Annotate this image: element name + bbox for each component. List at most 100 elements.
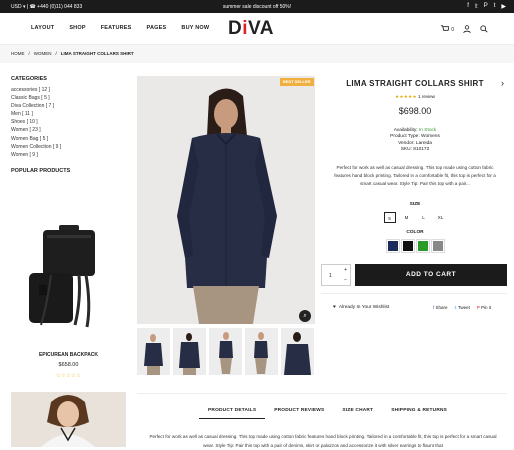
cart-icon[interactable] <box>440 24 450 35</box>
thumbnail-strip <box>137 328 314 375</box>
size-label: SIZE <box>409 201 421 207</box>
categories-title: CATEGORIES <box>11 76 47 82</box>
size-option-m[interactable]: M <box>401 212 413 223</box>
zoom-icon[interactable]: ⌕ <box>299 310 311 322</box>
site-logo[interactable]: DiVA <box>228 18 274 40</box>
size-option-s[interactable]: S <box>383 211 396 223</box>
quantity-stepper[interactable]: 1 + − <box>321 264 351 286</box>
product-title: LIMA STRAIGHT COLLARS SHIRT <box>346 79 484 88</box>
popular-title: POPULAR PRODUCTS <box>11 167 71 174</box>
nav-item-shop[interactable]: SHOP <box>69 25 85 31</box>
category-item[interactable]: Women [ 23 ] <box>11 126 128 134</box>
size-option-xl[interactable]: XL <box>435 212 447 223</box>
tweet-label: Tweet <box>457 305 470 310</box>
user-icon[interactable] <box>463 24 471 35</box>
category-item[interactable]: Shoes [ 10 ] <box>11 118 128 126</box>
category-item[interactable]: Diva Collection [ 7 ] <box>11 102 128 110</box>
main-nav: LAYOUT SHOP FEATURES PAGES BUY NOW DiVA … <box>0 13 514 45</box>
share-pinterest[interactable]: P Pin it <box>477 305 491 311</box>
color-swatch-navy[interactable] <box>385 238 400 253</box>
thumbnail-3[interactable] <box>209 328 242 375</box>
heart-icon: ♥ <box>333 305 336 310</box>
wishlist-link[interactable]: ♥ Already In Your Wishlist <box>333 305 389 310</box>
size-option-l[interactable]: L <box>418 212 430 223</box>
share-label: Share <box>435 305 448 310</box>
search-icon[interactable] <box>480 24 488 35</box>
availability-label: Availability: <box>393 128 418 133</box>
popular-product-image[interactable] <box>11 185 126 345</box>
tumblr-icon[interactable]: t <box>494 3 496 10</box>
share-twitter[interactable]: 𝕥 Tweet <box>455 305 470 311</box>
rating-stars: ★★★★★ <box>395 94 417 99</box>
nav-item-buy-now[interactable]: BUY NOW <box>181 25 209 31</box>
thumbnail-2[interactable] <box>173 328 206 375</box>
tab-shipping-returns[interactable]: SHIPPING & RETURNS <box>382 408 456 419</box>
tab-product-reviews[interactable]: PRODUCT REVIEWS <box>265 408 333 419</box>
crumb-women[interactable]: WOMEN <box>34 51 52 56</box>
product-tabs: PRODUCT DETAILS PRODUCT REVIEWS SIZE CHA… <box>137 393 507 448</box>
popular-product-price: $658.00 <box>58 362 79 368</box>
cart-count: 0 <box>451 26 454 33</box>
product-short-description: Perfect for work as well as casual dress… <box>334 164 496 186</box>
youtube-icon[interactable]: ▶ <box>501 3 506 10</box>
logo-text-end: VA <box>248 18 274 39</box>
category-item[interactable]: Classic Bags [ 5 ] <box>11 94 128 102</box>
category-item[interactable]: accessories [ 12 ] <box>11 86 128 94</box>
crumb-home[interactable]: HOME <box>11 51 25 56</box>
add-to-cart-row: 1 + − ADD TO CART <box>321 264 507 286</box>
review-count[interactable]: 1 review <box>418 94 435 99</box>
top-bar: USD ▾ | ☎ +440 (0)11) 044 833 summer sal… <box>0 0 514 13</box>
product-meta: Availability: In Stock Product Type: Wom… <box>325 128 505 154</box>
category-item[interactable]: Women Bag [ 5 ] <box>11 135 128 143</box>
color-label: COLOR <box>406 229 424 235</box>
product-main-image[interactable] <box>137 76 315 324</box>
popular-product-name[interactable]: EPICUREAN BACKPACK <box>11 352 126 358</box>
color-swatch-green[interactable] <box>415 238 430 253</box>
announcement: summer sale discount off 50%! <box>222 4 292 10</box>
category-item[interactable]: Men [ 11 ] <box>11 110 128 118</box>
minus-icon[interactable]: − <box>344 277 347 283</box>
best-seller-badge: BEST SELLER <box>280 78 314 86</box>
tab-size-chart[interactable]: SIZE CHART <box>333 408 382 419</box>
promo-banner[interactable] <box>11 392 126 447</box>
product-rating[interactable]: ★★★★★ 1 review <box>325 94 505 100</box>
pinterest-icon[interactable]: P <box>484 3 488 10</box>
crumb-current: LIMA STRAIGHT COLLARS SHIRT <box>60 51 134 56</box>
twitter-icon: 𝕥 <box>454 305 457 310</box>
tab-content-text: Perfect for work as well as casual dress… <box>149 434 497 448</box>
sidebar: CATEGORIES accessories [ 12 ] Classic Ba… <box>11 76 128 178</box>
quantity-value[interactable]: 1 <box>329 273 332 279</box>
thumbnail-1[interactable] <box>137 328 170 375</box>
social-links: f 𝕥 P t ▶ <box>467 3 506 10</box>
facebook-icon: f <box>433 305 435 310</box>
nav-item-pages[interactable]: PAGES <box>147 25 167 31</box>
product-info: LIMA STRAIGHT COLLARS SHIRT › ★★★★★ 1 re… <box>325 76 505 253</box>
category-list: accessories [ 12 ] Classic Bags [ 5 ] Di… <box>11 86 128 159</box>
popular-product-rating: ☆☆☆☆☆ <box>56 373 81 379</box>
breadcrumb: HOME / WOMEN / LIMA STRAIGHT COLLARS SHI… <box>0 45 514 63</box>
thumbnail-5[interactable] <box>281 328 314 375</box>
divider <box>321 293 507 294</box>
plus-icon[interactable]: + <box>344 267 347 273</box>
header-icons: 0 <box>440 24 488 35</box>
color-swatch-gray[interactable] <box>430 238 445 253</box>
tab-product-details[interactable]: PRODUCT DETAILS <box>199 408 266 419</box>
next-product-chevron-icon[interactable]: › <box>501 78 504 88</box>
share-facebook[interactable]: f Share <box>433 305 448 311</box>
color-swatch-black[interactable] <box>400 238 415 253</box>
nav-item-layout[interactable]: LAYOUT <box>31 25 54 31</box>
wishlist-label: Already In Your Wishlist <box>338 305 390 310</box>
nav-item-features[interactable]: FEATURES <box>101 25 132 31</box>
twitter-icon[interactable]: 𝕥 <box>475 3 478 10</box>
thumbnail-4[interactable] <box>245 328 278 375</box>
facebook-icon[interactable]: f <box>467 3 469 10</box>
size-options: S M L XL <box>325 211 505 223</box>
product-sku: SKU: 810172 <box>400 147 430 153</box>
add-to-cart-button[interactable]: ADD TO CART <box>355 264 507 286</box>
category-item[interactable]: Women Collection [ 9 ] <box>11 143 128 151</box>
nav-menu: LAYOUT SHOP FEATURES PAGES BUY NOW <box>31 25 209 31</box>
crumb-sep: / <box>55 51 57 56</box>
crumb-sep: / <box>28 51 30 56</box>
availability-value: In Stock <box>418 128 437 133</box>
category-item[interactable]: Women [ 9 ] <box>11 151 128 159</box>
